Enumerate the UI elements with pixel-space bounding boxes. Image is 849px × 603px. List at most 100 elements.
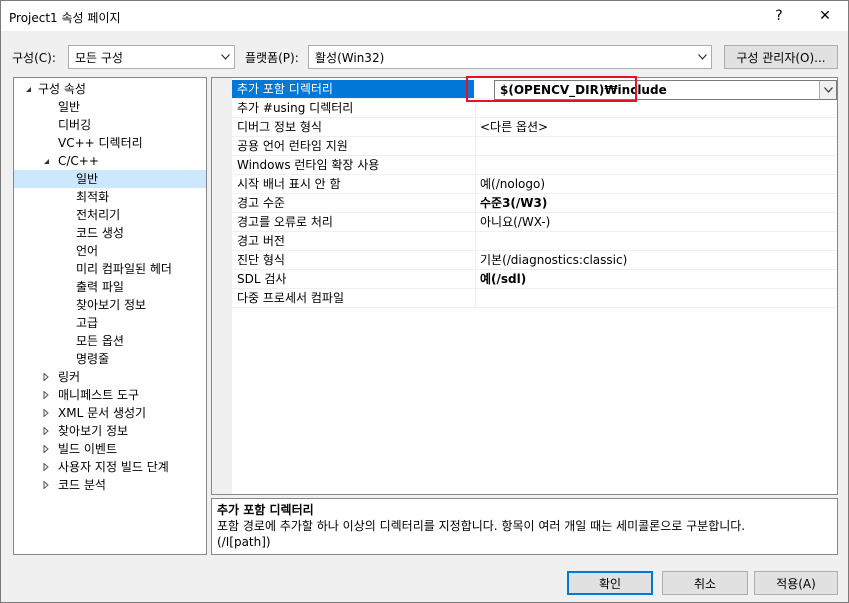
- description-body: 포함 경로에 추가할 하나 이상의 디렉터리를 지정합니다. 항목이 여러 개일…: [217, 519, 746, 533]
- tree-item-label: 일반: [76, 172, 99, 186]
- tree-item-label: VC++ 디렉터리: [58, 136, 143, 150]
- property-name: 다중 프로세서 컴파일: [237, 291, 344, 305]
- collapsed-triangle-icon[interactable]: [40, 458, 52, 476]
- tree-item-label: 전처리기: [76, 208, 121, 222]
- property-row[interactable]: Windows 런타임 확장 사용: [232, 156, 837, 175]
- property-name: 경고 버전: [237, 234, 285, 248]
- property-grid[interactable]: 추가 포함 디렉터리 $(OPENCV_DIR)₩include 추가 #using…: [211, 77, 838, 495]
- config-value: 모든 구성: [75, 50, 123, 65]
- tree-item-label: 코드 분석: [58, 478, 106, 492]
- tree-item-label: 찾아보기 정보: [76, 298, 147, 312]
- help-button[interactable]: ?: [756, 1, 802, 31]
- description-switch: (/I[path]): [217, 535, 271, 549]
- description-panel: 추가 포함 디렉터리 포함 경로에 추가할 하나 이상의 디렉터리를 지정합니다…: [211, 498, 838, 555]
- tree-item[interactable]: 최적화: [14, 188, 206, 206]
- property-value: [475, 137, 837, 155]
- tree-item[interactable]: 링커: [14, 368, 206, 386]
- close-button[interactable]: ✕: [802, 1, 848, 31]
- property-name: 추가 포함 디렉터리: [232, 80, 474, 98]
- tree-item[interactable]: 미리 컴파일된 헤더: [14, 260, 206, 278]
- tree-item-label: 일반: [58, 100, 81, 114]
- property-row[interactable]: 경고 수준 수준3(/W3): [232, 194, 837, 213]
- platform-value: 활성(Win32): [315, 50, 385, 65]
- collapsed-triangle-icon[interactable]: [40, 422, 52, 440]
- expanded-triangle-icon[interactable]: [40, 152, 52, 170]
- expanded-triangle-icon[interactable]: [22, 80, 34, 98]
- tree-item[interactable]: 모든 옵션: [14, 332, 206, 350]
- tree-item[interactable]: 빌드 이벤트: [14, 440, 206, 458]
- title-bar: Project1 속성 페이지 ? ✕: [1, 1, 848, 31]
- tree-item[interactable]: 구성 속성: [14, 80, 206, 98]
- property-name: 공용 언어 런타임 지원: [237, 139, 348, 153]
- property-value: [475, 156, 837, 174]
- config-label: 구성(C):: [12, 51, 56, 65]
- property-value: <다른 옵션>: [475, 118, 837, 136]
- tree-item[interactable]: 언어: [14, 242, 206, 260]
- property-row[interactable]: 다중 프로세서 컴파일: [232, 289, 837, 308]
- tree-item[interactable]: 사용자 지정 빌드 단계: [14, 458, 206, 476]
- collapsed-triangle-icon[interactable]: [40, 386, 52, 404]
- tree-item-label: 빌드 이벤트: [58, 442, 118, 456]
- tree-item-label: 찾아보기 정보: [58, 424, 129, 438]
- collapsed-triangle-icon[interactable]: [40, 440, 52, 458]
- tree-item-label: 최적화: [76, 190, 110, 204]
- apply-button[interactable]: 적용(A): [754, 571, 838, 595]
- property-value: [475, 232, 837, 250]
- collapsed-triangle-icon[interactable]: [40, 404, 52, 422]
- collapsed-triangle-icon[interactable]: [40, 476, 52, 494]
- property-row[interactable]: 공용 언어 런타임 지원: [232, 137, 837, 156]
- tree-item-label: 모든 옵션: [76, 334, 124, 348]
- tree-item-label: 고급: [76, 316, 99, 330]
- grid-gutter: [212, 78, 232, 494]
- tree-item[interactable]: 명령줄: [14, 350, 206, 368]
- tree-item[interactable]: VC++ 디렉터리: [14, 134, 206, 152]
- property-value: 예(/sdl): [475, 270, 837, 288]
- property-row[interactable]: 디버그 정보 형식 <다른 옵션>: [232, 118, 837, 137]
- tree-item[interactable]: 디버깅: [14, 116, 206, 134]
- property-row[interactable]: SDL 검사 예(/sdl): [232, 270, 837, 289]
- tree-item-label: 사용자 지정 빌드 단계: [58, 460, 169, 474]
- tree-item[interactable]: 찾아보기 정보: [14, 422, 206, 440]
- tree-item-label: 코드 생성: [76, 226, 124, 240]
- tree-item[interactable]: 코드 생성: [14, 224, 206, 242]
- chevron-down-icon: [693, 46, 711, 68]
- property-row[interactable]: 경고를 오류로 처리 아니요(/WX-): [232, 213, 837, 232]
- tree-item[interactable]: C/C++: [14, 152, 206, 170]
- tree-item[interactable]: 일반: [14, 170, 206, 188]
- tree-item[interactable]: 전처리기: [14, 206, 206, 224]
- property-row[interactable]: 시작 배너 표시 안 함 예(/nologo): [232, 175, 837, 194]
- tree-item-label: XML 문서 생성기: [58, 406, 147, 420]
- tree-item-label: 링커: [58, 370, 81, 384]
- property-name: 디버그 정보 형식: [237, 120, 322, 134]
- tree-item[interactable]: 출력 파일: [14, 278, 206, 296]
- tree-item[interactable]: 코드 분석: [14, 476, 206, 494]
- config-dropdown[interactable]: 모든 구성: [68, 45, 235, 69]
- platform-dropdown[interactable]: 활성(Win32): [308, 45, 712, 69]
- tree-item[interactable]: 매니페스트 도구: [14, 386, 206, 404]
- collapsed-triangle-icon[interactable]: [40, 368, 52, 386]
- tree-item[interactable]: XML 문서 생성기: [14, 404, 206, 422]
- tree-item-label: C/C++: [58, 154, 99, 168]
- category-tree[interactable]: 구성 속성 일반 디버깅 VC++ 디렉터리 C/C++ 일반 최적화 전처리기 코드 생성 언어…: [13, 77, 207, 555]
- property-name: SDL 검사: [237, 272, 287, 286]
- property-row[interactable]: 경고 버전: [232, 232, 837, 251]
- tree-item-label: 미리 컴파일된 헤더: [76, 262, 172, 276]
- tree-item[interactable]: 일반: [14, 98, 206, 116]
- tree-item[interactable]: 고급: [14, 314, 206, 332]
- property-value: 기본(/diagnostics:classic): [475, 251, 837, 269]
- property-row[interactable]: 진단 형식 기본(/diagnostics:classic): [232, 251, 837, 270]
- property-name: Windows 런타임 확장 사용: [237, 158, 380, 172]
- config-manager-button[interactable]: 구성 관리자(O)...: [724, 45, 838, 69]
- property-name: 경고 수준: [237, 196, 285, 210]
- tree-item-label: 출력 파일: [76, 280, 124, 294]
- property-value: [475, 289, 837, 307]
- property-name: 경고를 오류로 처리: [237, 215, 333, 229]
- chevron-down-icon: [216, 46, 234, 68]
- cancel-button[interactable]: 취소: [662, 571, 748, 595]
- tree-item-label: 언어: [76, 244, 99, 258]
- tree-item[interactable]: 찾아보기 정보: [14, 296, 206, 314]
- ok-button[interactable]: 확인: [567, 571, 653, 595]
- tree-item-label: 명령줄: [76, 352, 110, 366]
- chevron-down-icon[interactable]: [819, 81, 836, 99]
- property-name: 시작 배너 표시 안 함: [237, 177, 341, 191]
